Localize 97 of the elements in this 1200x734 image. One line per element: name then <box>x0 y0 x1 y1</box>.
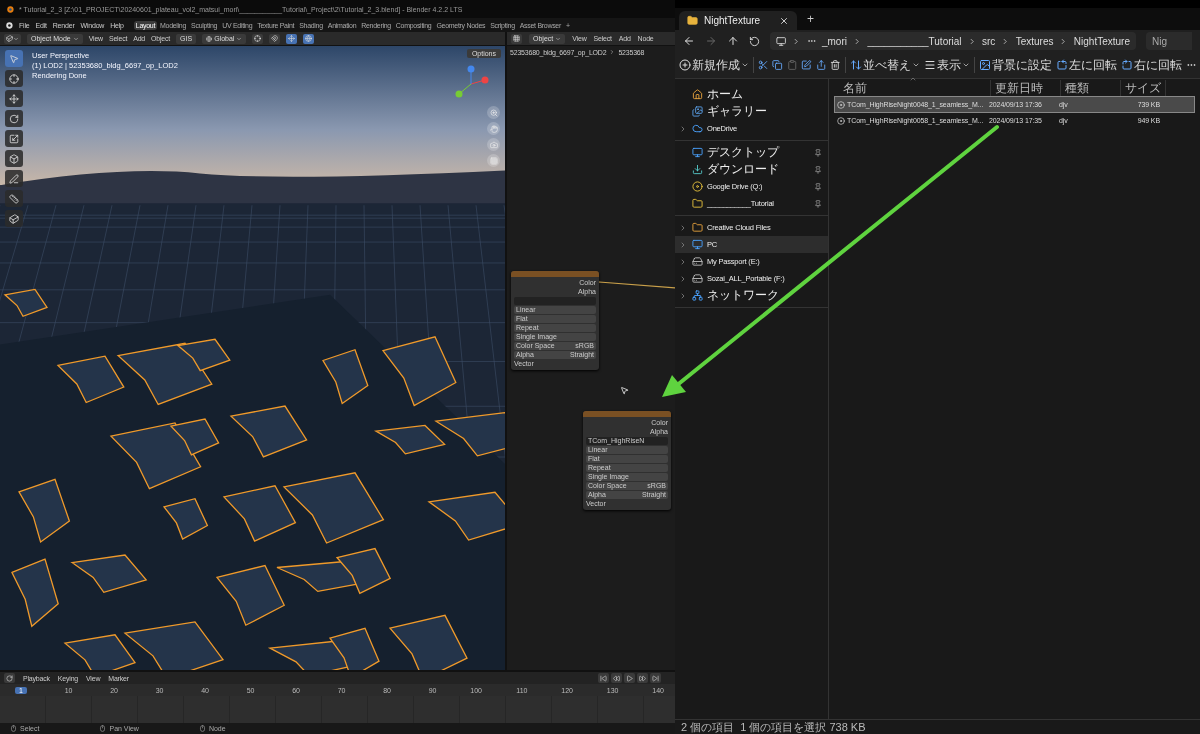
crosshair-icon[interactable] <box>5 70 23 87</box>
mouse-icon <box>198 725 206 732</box>
search-field[interactable]: Nig <box>1146 32 1192 50</box>
delete-icon[interactable] <box>830 59 841 71</box>
sort-icon <box>849 59 862 71</box>
sidebar-item[interactable]: ネットワーク <box>675 287 828 304</box>
toolbar-button[interactable]: 左に回転 <box>1055 56 1117 74</box>
pen-icon[interactable] <box>5 170 23 187</box>
chevron-down-icon <box>13 35 19 42</box>
drive-icon <box>692 273 703 284</box>
chevron-right-icon <box>853 36 862 46</box>
status-text: 1 個の項目を選択 738 KB <box>740 719 866 734</box>
plus-icon <box>679 59 691 71</box>
chevron-down-icon <box>72 35 79 42</box>
fast-forward-icon[interactable] <box>637 673 648 683</box>
chevron-down-icon <box>236 35 243 42</box>
images-icon <box>692 106 703 117</box>
chevron-right-icon <box>1001 36 1010 46</box>
view-button[interactable]: 表示 <box>923 56 970 74</box>
rotate-icon[interactable] <box>5 110 23 127</box>
cut-icon[interactable] <box>757 59 769 71</box>
pin-icon <box>814 199 822 208</box>
mouse-icon <box>10 725 17 732</box>
download-icon <box>692 164 703 175</box>
folder-icon <box>687 15 698 26</box>
back-icon[interactable] <box>683 35 695 47</box>
folder-icon <box>692 222 703 233</box>
chevron-right-icon <box>1059 36 1068 46</box>
mouse-pointer-icon <box>620 386 629 395</box>
rewind-icon[interactable] <box>611 673 622 683</box>
chevron-right-icon <box>609 49 616 55</box>
rotate-left-icon <box>1055 59 1068 71</box>
globe-icon <box>206 35 213 42</box>
chevron-down-icon <box>911 61 920 69</box>
cube-icon[interactable] <box>5 150 23 167</box>
up-icon[interactable] <box>727 35 739 47</box>
editor-type-button[interactable] <box>4 33 21 44</box>
sidebar-item[interactable]: ホーム <box>675 86 828 103</box>
home-icon <box>692 89 703 100</box>
drive-icon <box>692 256 703 267</box>
chevron-right-icon <box>679 124 687 133</box>
new-button[interactable]: 新規作成 <box>679 56 749 74</box>
pin-icon <box>814 165 822 174</box>
chevron-down-icon <box>741 61 749 69</box>
breadcrumb[interactable]: _mori <box>821 35 847 47</box>
refresh-icon[interactable] <box>749 35 760 47</box>
breadcrumb[interactable]: ___________Tutorial <box>867 35 962 47</box>
jump-end-icon[interactable] <box>650 673 661 683</box>
status-text: 2 個の項目 <box>681 719 735 734</box>
cloud-icon <box>692 123 703 134</box>
pin-icon <box>814 182 822 191</box>
monitor-icon <box>776 35 787 47</box>
sort-button[interactable]: 並べ替え <box>849 56 920 74</box>
breadcrumb[interactable]: NightTexture <box>1073 35 1130 47</box>
rename-icon[interactable] <box>801 59 812 71</box>
jump-start-icon[interactable] <box>598 673 609 683</box>
monitor-icon <box>692 147 703 158</box>
editor-type-button[interactable] <box>511 33 522 44</box>
pin-icon <box>814 148 822 157</box>
chevron-right-icon <box>792 36 801 46</box>
editor-type-button[interactable] <box>4 673 15 683</box>
rotate-right-icon <box>1120 59 1133 71</box>
address-bar[interactable]: _mori ___________Tutorial src Textures NightTexture <box>770 32 1136 50</box>
mouse-icon <box>99 725 107 732</box>
move-icon[interactable] <box>5 90 23 107</box>
breadcrumb[interactable]: src <box>981 35 996 47</box>
gizmo-button[interactable] <box>286 33 298 44</box>
overlay-button[interactable] <box>303 33 315 44</box>
cuboid-icon[interactable] <box>5 210 23 227</box>
sort-caret-icon <box>909 75 917 83</box>
disc-icon <box>692 181 703 192</box>
new-tab-button[interactable]: + <box>807 12 814 26</box>
toolbar-button[interactable]: 右に回転 <box>1120 56 1182 74</box>
chevron-down-icon <box>961 61 970 69</box>
copy-icon[interactable] <box>772 59 783 71</box>
zoom-icon[interactable] <box>487 106 500 119</box>
scale-icon[interactable] <box>5 130 23 147</box>
explorer-tab[interactable]: NightTexture <box>679 11 797 30</box>
play-icon[interactable] <box>624 673 635 683</box>
breadcrumb[interactable]: Textures <box>1015 35 1054 47</box>
chevron-down-icon <box>555 35 562 42</box>
share-icon[interactable] <box>815 59 827 71</box>
chevron-right-icon <box>967 36 976 46</box>
folder-icon <box>692 198 703 209</box>
ruler-icon[interactable] <box>5 190 23 207</box>
cuboid-icon <box>6 35 13 42</box>
sidebar-item[interactable]: ダウンロード <box>675 161 828 178</box>
image-icon <box>978 59 991 71</box>
toolbar-button[interactable]: 背景に設定 <box>978 56 1052 74</box>
monitor-icon <box>692 239 703 250</box>
network-icon <box>692 290 703 301</box>
sidebar-item[interactable]: ギャラリー <box>675 103 828 120</box>
close-icon[interactable] <box>779 15 789 26</box>
snap-button[interactable] <box>269 33 281 44</box>
pivot-button[interactable] <box>252 33 264 44</box>
sidebar-item[interactable]: デスクトップ <box>675 144 828 161</box>
lines-icon <box>923 59 936 71</box>
